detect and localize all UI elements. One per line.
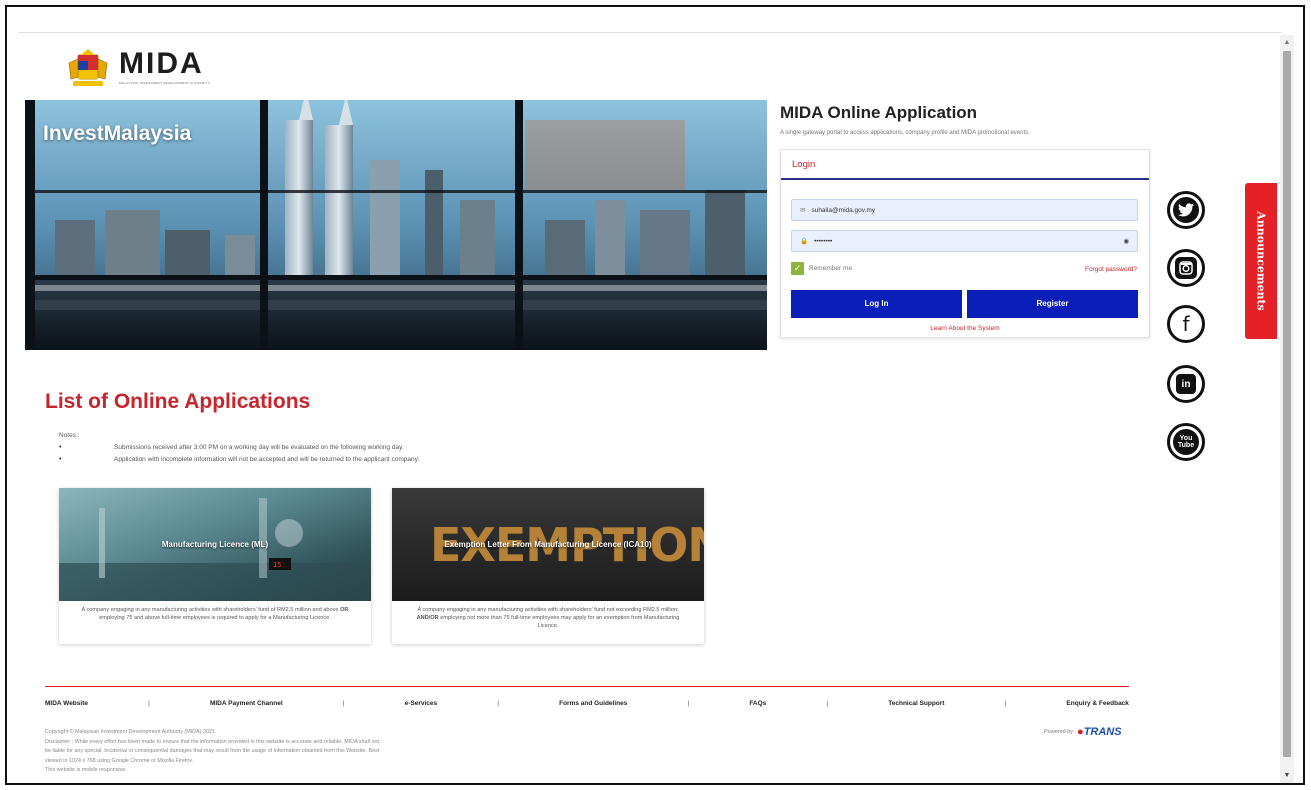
manufacturing-licence-card[interactable]: 15 Manufacturing Licence (ML) A company …: [59, 488, 371, 644]
footer-separator: |: [1004, 700, 1007, 707]
brand-name: MIDA: [119, 47, 204, 80]
password-value: ••••••••: [814, 237, 833, 245]
footer-link-enquiry[interactable]: Enquiry & Feedback: [1066, 700, 1129, 707]
instagram-icon[interactable]: [1167, 249, 1205, 287]
exemption-letter-card[interactable]: EXEMPTION Exemption Letter From Manufact…: [392, 488, 704, 644]
list-title: List of Online Applications: [45, 390, 311, 413]
card-description: A company engaging in any manufacturing …: [81, 607, 349, 621]
card-title: Exemption Letter From Manufacturing Lice…: [444, 540, 652, 549]
footer-copyright: Copyright © Malaysian Investment Develop…: [45, 728, 385, 776]
instagram-glyph: [1175, 257, 1197, 279]
remember-me[interactable]: ✓ Remember me: [791, 262, 852, 275]
vendor-mark-icon: ●: [1077, 726, 1084, 738]
copyright-text: Copyright © Malaysian Investment Develop…: [45, 729, 215, 735]
youtube-glyph: You Tube: [1173, 429, 1199, 455]
footer-divider: [45, 686, 1129, 687]
linkedin-icon[interactable]: in: [1167, 365, 1205, 403]
card-description: A company engaging in any manufacturing …: [416, 607, 680, 629]
forgot-password-link[interactable]: Forgot password?: [1085, 266, 1137, 273]
lock-icon: 🔒: [800, 238, 809, 245]
footer-link-forms[interactable]: Forms and Guidelines: [559, 700, 627, 707]
hero-title: InvestMalaysia: [43, 122, 192, 145]
page-scrollbar[interactable]: ▲ ▼: [1280, 35, 1294, 783]
register-button[interactable]: Register: [967, 290, 1138, 318]
facebook-icon[interactable]: f: [1167, 305, 1205, 343]
powered-by-label: Powered by: [1044, 729, 1074, 735]
footer-separator: |: [497, 700, 499, 707]
hero-banner: InvestMalaysia: [25, 100, 767, 350]
notes-heading: Notes :: [59, 432, 80, 439]
announcements-tab[interactable]: Announcements: [1245, 183, 1277, 339]
tab-login[interactable]: Login: [781, 150, 1149, 180]
footer-link-faqs[interactable]: FAQs: [749, 700, 766, 707]
mail-icon: ✉: [800, 207, 806, 214]
app-subtitle: A single gateway portal to access applic…: [780, 130, 1030, 136]
scroll-down-icon[interactable]: ▼: [1280, 772, 1294, 779]
footer-separator: |: [826, 700, 829, 707]
footer-nav: MIDA Website | MIDA Payment Channel | e-…: [45, 700, 1129, 707]
footer-separator: |: [687, 700, 690, 707]
coat-of-arms-icon: [68, 49, 108, 86]
remember-checkbox[interactable]: ✓: [791, 262, 804, 275]
top-divider: [19, 32, 1281, 33]
note-text: Submissions received after 3.00 PM on a …: [114, 444, 404, 451]
twitter-icon[interactable]: [1167, 191, 1205, 229]
exemption-image: EXEMPTION Exemption Letter From Manufact…: [392, 488, 704, 601]
scroll-up-icon[interactable]: ▲: [1280, 39, 1294, 46]
disclaimer-text: Disclaimer : While every effort has been…: [45, 738, 380, 764]
facebook-glyph: f: [1182, 312, 1190, 336]
footer-separator: |: [342, 700, 345, 707]
email-value: suhaila@mida.gov.my: [811, 206, 876, 214]
mobile-note: This website is mobile responsive.: [45, 767, 127, 773]
browser-viewport: MIDA MALAYSIAN INVESTMENT DEVELOPMENT AU…: [5, 5, 1305, 785]
footer-link-tech-support[interactable]: Technical Support: [888, 700, 944, 707]
note-text: Application with incomplete information …: [114, 456, 420, 463]
twitter-glyph: [1173, 197, 1199, 223]
email-field[interactable]: ✉ suhaila@mida.gov.my: [791, 199, 1138, 221]
password-field[interactable]: 🔒 •••••••• ◉: [791, 230, 1138, 252]
scroll-thumb[interactable]: [1283, 51, 1291, 757]
learn-about-link[interactable]: Learn About the System: [781, 325, 1149, 332]
powered-by: Powered by ●TRANS: [1044, 726, 1122, 738]
footer-link-mida-website[interactable]: MIDA Website: [45, 700, 88, 707]
note-item: • Application with incomplete informatio…: [59, 456, 419, 463]
card-title: Manufacturing Licence (ML): [161, 540, 269, 549]
factory-image: 15 Manufacturing Licence (ML): [59, 488, 371, 601]
mida-logo[interactable]: MIDA MALAYSIAN INVESTMENT DEVELOPMENT AU…: [65, 49, 210, 89]
brand-subtitle: MALAYSIAN INVESTMENT DEVELOPMENT AUTHORI…: [119, 81, 211, 85]
footer-link-payment[interactable]: MIDA Payment Channel: [210, 700, 283, 707]
show-password-icon[interactable]: ◉: [1123, 237, 1129, 245]
announcements-label: Announcements: [1254, 211, 1268, 311]
linkedin-glyph: in: [1176, 374, 1196, 394]
footer-separator: |: [148, 700, 150, 707]
vendor-logo[interactable]: ●TRANS: [1077, 726, 1122, 738]
app-title: MIDA Online Application: [780, 103, 978, 122]
note-item: • Submissions received after 3.00 PM on …: [59, 444, 404, 451]
bullet-icon: •: [59, 444, 62, 451]
remember-label: Remember me: [809, 265, 852, 272]
login-button[interactable]: Log In: [791, 290, 962, 318]
youtube-icon[interactable]: You Tube: [1167, 423, 1205, 461]
login-form: Login ✉ suhaila@mida.gov.my 🔒 •••••••• ◉…: [780, 149, 1150, 338]
brand-text: MIDA MALAYSIAN INVESTMENT DEVELOPMENT AU…: [119, 47, 211, 86]
footer-link-eservices[interactable]: e-Services: [405, 700, 438, 707]
bullet-icon: •: [59, 456, 62, 463]
